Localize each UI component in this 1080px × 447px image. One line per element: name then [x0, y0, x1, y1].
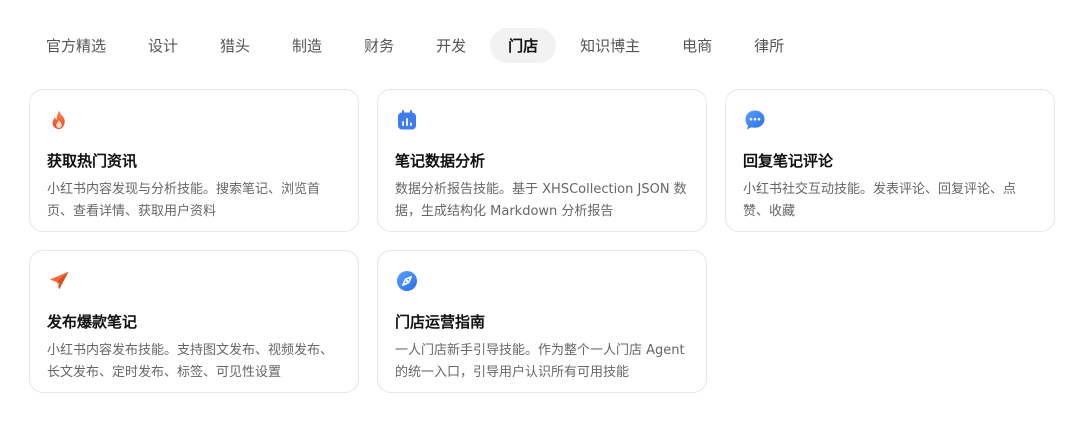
tab-ecommerce[interactable]: 电商	[664, 28, 730, 63]
skill-card-reply-comments[interactable]: 回复笔记评论 小红书社交互动技能。发表评论、回复评论、点赞、收藏	[725, 89, 1055, 232]
tab-finance[interactable]: 财务	[346, 28, 412, 63]
category-tabs: 官方精选 设计 猎头 制造 财务 开发 门店 知识博主 电商 律所	[28, 28, 808, 63]
card-description: 小红书社交互动技能。发表评论、回复评论、点赞、收藏	[743, 182, 1017, 219]
card-title: 门店运营指南	[395, 313, 486, 331]
tab-knowledge-blogger[interactable]: 知识博主	[562, 28, 658, 63]
tab-headhunter[interactable]: 猎头	[202, 28, 268, 63]
card-title: 笔记数据分析	[395, 152, 486, 170]
skill-card-store-guide[interactable]: 门店运营指南 一人门店新手引导技能。作为整个一人门店 Agent 的统一入口，引…	[377, 250, 707, 393]
skill-card-note-analytics[interactable]: 笔记数据分析 数据分析报告技能。基于 XHSCollection JSON 数据…	[377, 89, 707, 232]
calendar-chart-icon	[398, 110, 416, 130]
card-description: 小红书内容发现与分析技能。搜索笔记、浏览首页、查看详情、获取用户资料	[47, 182, 321, 219]
skill-card-hot-news[interactable]: 获取热门资讯 小红书内容发现与分析技能。搜索笔记、浏览首页、查看详情、获取用户资…	[29, 89, 359, 232]
tab-store[interactable]: 门店	[490, 28, 557, 63]
card-title: 回复笔记评论	[743, 152, 834, 170]
card-title: 发布爆款笔记	[47, 313, 138, 331]
tab-official[interactable]: 官方精选	[28, 28, 124, 63]
tab-manufacturing[interactable]: 制造	[274, 28, 340, 63]
tab-development[interactable]: 开发	[418, 28, 484, 63]
paper-plane-icon	[49, 271, 69, 290]
chat-bubble-icon	[745, 110, 765, 130]
card-title: 获取热门资讯	[47, 152, 138, 170]
fire-icon	[52, 110, 65, 129]
card-description: 小红书内容发布技能。支持图文发布、视频发布、长文发布、定时发布、标签、可见性设置	[47, 343, 334, 380]
tab-design[interactable]: 设计	[130, 28, 196, 63]
card-description: 一人门店新手引导技能。作为整个一人门店 Agent 的统一入口，引导用户认识所有…	[395, 343, 685, 380]
tab-law-firm[interactable]: 律所	[736, 28, 802, 63]
card-description: 数据分析报告技能。基于 XHSCollection JSON 数据，生成结构化 …	[395, 182, 687, 219]
skill-card-grid: 获取热门资讯 小红书内容发现与分析技能。搜索笔记、浏览首页、查看详情、获取用户资…	[29, 89, 1055, 393]
skill-card-publish-notes[interactable]: 发布爆款笔记 小红书内容发布技能。支持图文发布、视频发布、长文发布、定时发布、标…	[29, 250, 359, 393]
compass-icon	[397, 271, 417, 291]
